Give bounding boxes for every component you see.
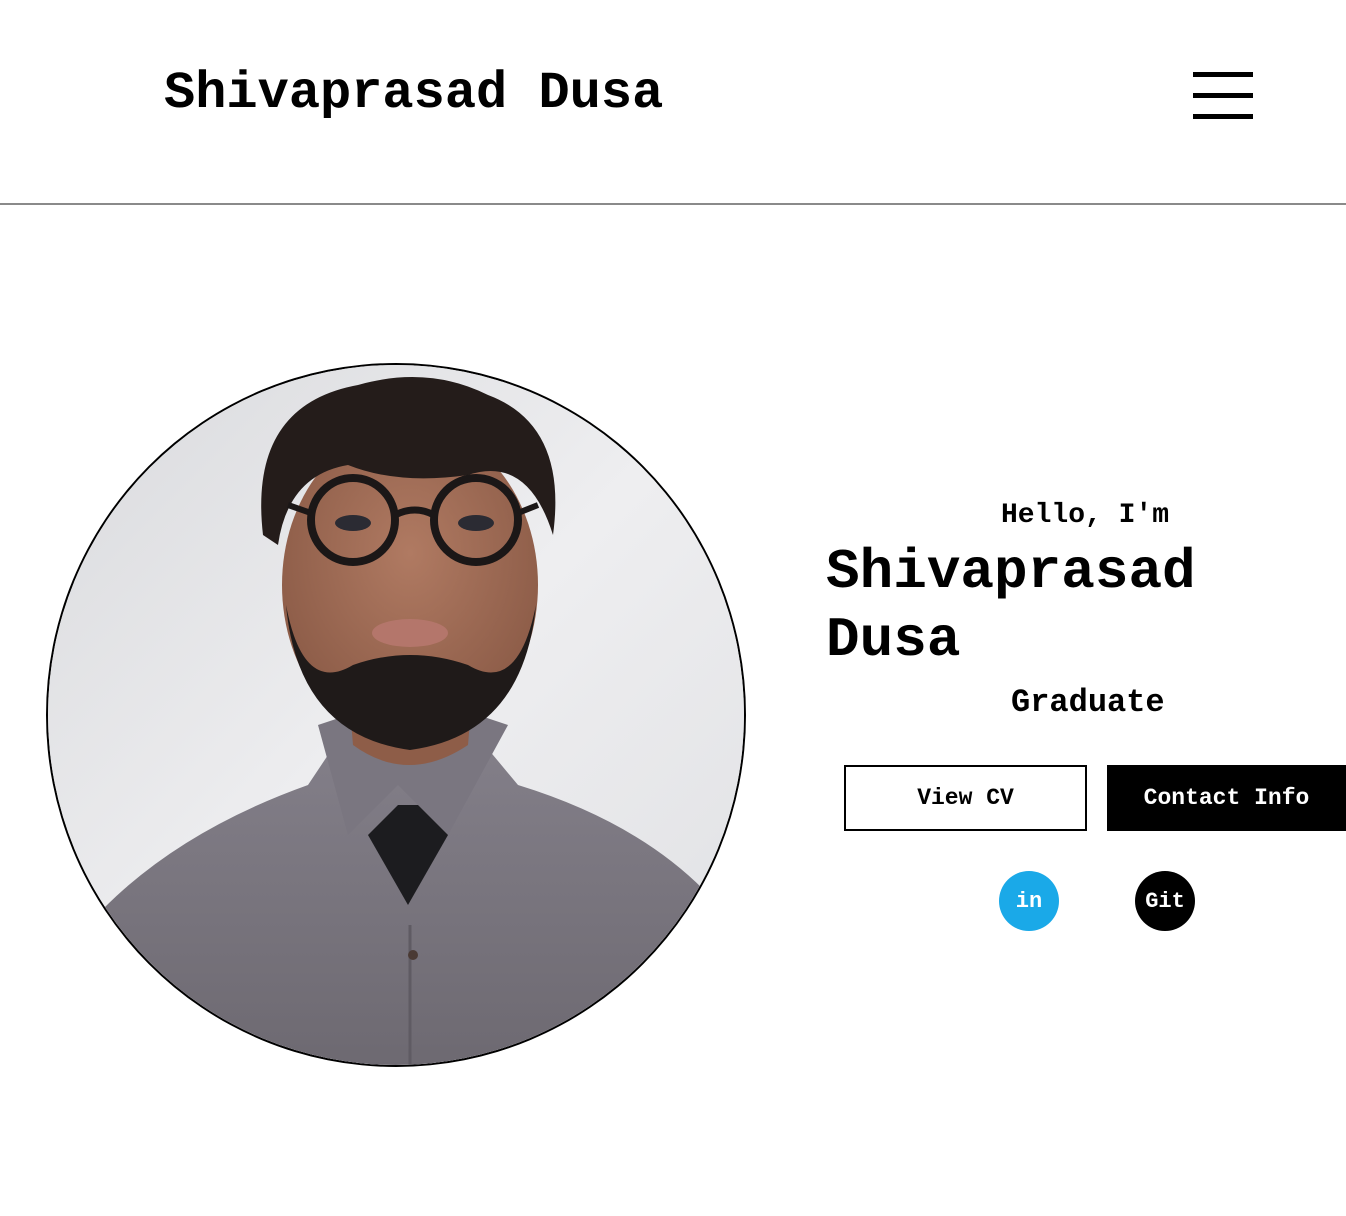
greeting-text: Hello, I'm: [1001, 500, 1170, 531]
menu-line: [1193, 114, 1253, 119]
site-header: Shivaprasad Dusa: [0, 0, 1346, 205]
view-cv-button[interactable]: View CV: [844, 765, 1087, 831]
menu-line: [1193, 72, 1253, 77]
site-logo[interactable]: Shivaprasad Dusa: [164, 62, 663, 126]
menu-line: [1193, 93, 1253, 98]
linkedin-icon[interactable]: in: [999, 871, 1059, 931]
profile-photo: [46, 363, 746, 1067]
hero-name: Shivaprasad Dusa: [826, 540, 1196, 672]
hero-role: Graduate: [1011, 684, 1165, 721]
hamburger-menu-icon[interactable]: [1190, 70, 1256, 122]
contact-info-button[interactable]: Contact Info: [1107, 765, 1346, 831]
github-icon[interactable]: Git: [1135, 871, 1195, 931]
